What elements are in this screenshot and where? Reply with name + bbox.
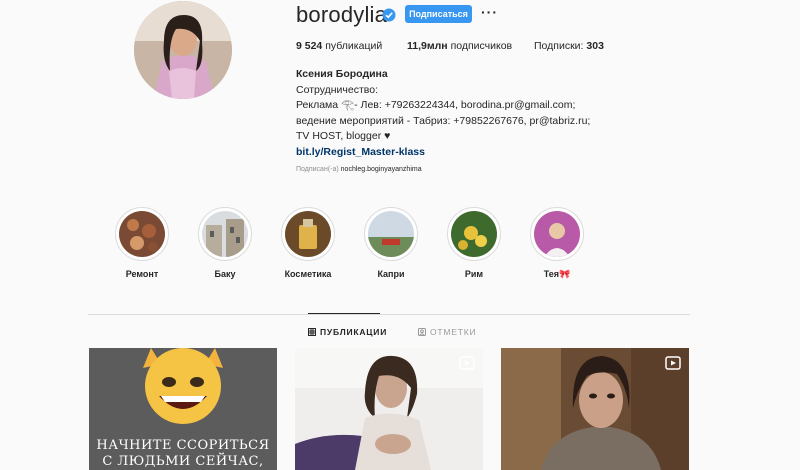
bio-line: Реклама 𓂀- Лев: +79263224344, borodina.p… xyxy=(296,99,576,111)
tab-posts[interactable]: ПУБЛИКАЦИИ xyxy=(308,327,387,337)
tagged-icon xyxy=(418,328,426,336)
highlight-item[interactable]: Баку xyxy=(197,207,253,279)
highlight-label: Рим xyxy=(464,269,484,279)
video-icon xyxy=(459,356,475,370)
highlight-item[interactable]: Косметика xyxy=(280,207,336,279)
teya-highlight-icon xyxy=(534,211,580,257)
post-thumbnail[interactable] xyxy=(501,348,689,470)
follow-button[interactable]: Подписаться xyxy=(405,5,472,23)
posts-count: 9 524 публикаций xyxy=(296,40,383,52)
highlight-item[interactable]: Тея🎀 xyxy=(529,207,585,280)
post-image xyxy=(501,348,689,470)
highlight-item[interactable]: Ремонт xyxy=(114,207,170,279)
avatar-image xyxy=(134,1,232,99)
bio-line: Сотрудничество: xyxy=(296,83,379,96)
active-tab-indicator xyxy=(308,313,380,314)
full-name: Ксения Бородина xyxy=(296,68,388,80)
video-icon xyxy=(665,356,681,370)
highlight-label: Косметика xyxy=(284,269,332,279)
highlight-cover xyxy=(115,207,169,261)
bio-link[interactable]: bit.ly/Regist_Master-klass xyxy=(296,145,626,161)
highlight-label: Капри xyxy=(377,269,405,279)
highlight-cover xyxy=(530,207,584,261)
followed-by[interactable]: Подписан(-а) nochleg.boginyayanzhima xyxy=(296,166,422,173)
bio-line: ведение мероприятий - Табриз: +798522676… xyxy=(296,114,591,127)
highlight-label: Ремонт xyxy=(125,269,159,279)
grid-icon xyxy=(308,328,316,336)
highlight-item[interactable]: Рим xyxy=(446,207,502,279)
baku-highlight-icon xyxy=(202,211,248,257)
more-options-icon[interactable]: ··· xyxy=(481,4,498,20)
tab-label: ОТМЕТКИ xyxy=(430,327,477,337)
username: borodylia xyxy=(296,2,388,27)
profile-avatar[interactable] xyxy=(134,1,232,99)
cosmetics-highlight-icon xyxy=(285,211,331,257)
bio-line: TV HOST, blogger ♥ xyxy=(296,130,391,142)
highlight-cover xyxy=(198,207,252,261)
highlight-cover xyxy=(447,207,501,261)
highlight-cover xyxy=(281,207,335,261)
tab-label: ПУБЛИКАЦИИ xyxy=(320,327,388,337)
highlight-label: Тея🎀 xyxy=(543,269,571,279)
post-image xyxy=(295,348,483,470)
capri-highlight-icon xyxy=(368,211,414,257)
post-thumbnail[interactable]: НАЧНИТЕ ССОРИТЬСЯ С ЛЮДЬМИ СЕЙЧАС, ЧТОБЫ xyxy=(89,348,277,470)
highlight-cover xyxy=(364,207,418,261)
highlight-label: Баку xyxy=(214,269,236,279)
post-thumbnail[interactable] xyxy=(295,348,483,470)
tabs-divider xyxy=(88,314,690,315)
rome-highlight-icon xyxy=(451,211,497,257)
tab-tagged[interactable]: ОТМЕТКИ xyxy=(418,327,476,337)
verified-badge-icon xyxy=(382,8,396,22)
post-caption: НАЧНИТЕ ССОРИТЬСЯ С ЛЮДЬМИ СЕЙЧАС, ЧТОБЫ xyxy=(96,438,270,469)
profile-bio: Ксения Бородина Сотрудничество: Реклама … xyxy=(296,67,626,160)
repair-highlight-icon xyxy=(119,211,165,257)
following-count[interactable]: Подписки: 303 xyxy=(534,40,604,52)
followers-count[interactable]: 11,9млн подписчиков xyxy=(407,40,512,52)
highlight-item[interactable]: Капри xyxy=(363,207,419,279)
